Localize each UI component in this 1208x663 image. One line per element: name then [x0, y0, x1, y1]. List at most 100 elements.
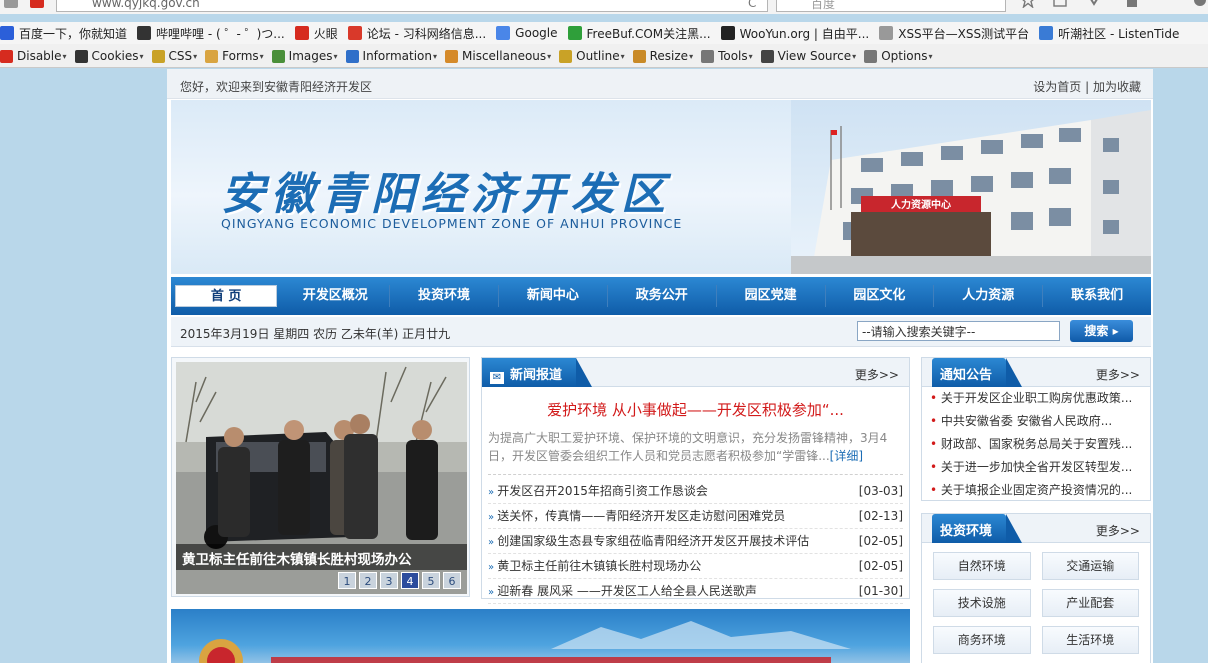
slideshow-page-button[interactable]: 2 [359, 572, 377, 589]
investment-category-button[interactable]: 交通运输 [1041, 552, 1139, 580]
investment-panel: 投资环境 更多>> 自然环境 交通运输 技术设施 产业配套 商务环境 生活环境 [921, 513, 1151, 663]
investment-category-button[interactable]: 产业配套 [1041, 589, 1139, 617]
nav-item[interactable]: 开发区概况 [281, 285, 391, 307]
devtools-menu-item[interactable]: Tools [701, 44, 753, 67]
devtools-menu-label: Disable [17, 49, 62, 63]
investment-category-button[interactable]: 自然环境 [933, 552, 1031, 580]
site-search-input[interactable] [857, 321, 1060, 341]
bookmark-item[interactable]: 哔哩哔哩 - ( ゜- ゜)つ... [137, 22, 285, 44]
investment-more-link[interactable]: 更多>> [1096, 522, 1140, 539]
bookmark-label: 火眼 [313, 26, 338, 41]
devtools-menu-item[interactable]: CSS [151, 44, 198, 67]
devtools-menu-item[interactable]: View Source [760, 44, 857, 67]
news-more-link[interactable]: 更多>> [855, 366, 899, 383]
investment-tab[interactable]: 投资环境 [932, 514, 1023, 543]
bookmark-item[interactable]: Google [496, 22, 558, 44]
browser-search-box[interactable]: 百度 [776, 0, 1006, 12]
notice-list: 关于开发区企业职工购房优惠政策...中共安徽省委 安徽省人民政府...财政部、国… [922, 387, 1150, 502]
notice-list-item[interactable]: 关于进一步加快全省开发区转型发... [930, 456, 1142, 479]
nav-item[interactable]: 人力资源 [934, 285, 1044, 307]
devtools-menu-item[interactable]: Cookies [74, 44, 144, 67]
address-text[interactable]: www.qyjkq.gov.cn [92, 0, 200, 10]
nav-item[interactable]: 投资环境 [390, 285, 499, 307]
news-headline[interactable]: 爱护环境 从小事做起——开发区积极参加“... [482, 399, 909, 420]
slideshow-page-button[interactable]: 4 [401, 572, 419, 589]
news-list: 开发区召开2015年招商引资工作恳谈会 [03-03] 送关怀，传真情——青阳经济开… [488, 474, 903, 604]
devtools-menu-item[interactable]: Forms [205, 44, 264, 67]
photo-slideshow: 黄卫标主任前往木镇镇长胜村现场办公 123456 [171, 357, 470, 597]
search-button-label: 搜索 [1084, 324, 1109, 338]
mail-icon: ✉ [490, 372, 504, 384]
bookmark-item[interactable]: 百度一下，你就知道 [0, 22, 127, 44]
bookmark-item[interactable]: FreeBuf.COM关注黑... [567, 22, 711, 44]
site-identity-icon[interactable] [30, 0, 44, 8]
devtools-menu-item[interactable]: Miscellaneous [445, 44, 551, 67]
pocket-icon[interactable] [1086, 0, 1102, 8]
set-homepage-link[interactable]: 设为首页 [1033, 80, 1081, 94]
notice-list-item[interactable]: 关于填报企业固定资产投资情况的... [930, 479, 1142, 502]
news-item-title[interactable]: 开发区召开2015年招商引资工作恳谈会 [488, 479, 708, 503]
search-button[interactable]: 搜索 ▸ [1070, 320, 1133, 342]
devtools-menu-item[interactable]: Information [345, 44, 437, 67]
menu-icon[interactable] [1192, 0, 1208, 8]
notice-list-item[interactable]: 关于开发区企业职工购房优惠政策... [930, 387, 1142, 410]
news-item-title[interactable]: 送关怀，传真情——青阳经济开发区走访慰问困难党员 [488, 504, 785, 528]
devtools-menu-item[interactable]: Options [864, 44, 932, 67]
home-icon[interactable] [1124, 0, 1140, 8]
bookmark-item[interactable]: XSS平台—XSS测试平台 [879, 22, 1029, 44]
news-list-item: 黄卫标主任前往木镇镇长胜村现场办公 [02-05] [488, 554, 903, 579]
nav-item[interactable]: 首 页 [175, 285, 278, 307]
devtools-menu-item[interactable]: Outline [559, 44, 624, 67]
notice-panel-header: 通知公告 更多>> [922, 358, 1150, 387]
news-item-title[interactable]: 迎新春 展风采 ——开发区工人给全县人民送歌声 [488, 579, 757, 603]
bookmark-item[interactable]: 听潮社区 - ListenTide [1039, 22, 1179, 44]
nav-item[interactable]: 园区党建 [717, 285, 826, 307]
slideshow-image[interactable]: 黄卫标主任前往木镇镇长胜村现场办公 123456 [176, 362, 467, 594]
news-detail-link[interactable]: [详细] [830, 449, 863, 463]
notice-more-link[interactable]: 更多>> [1096, 366, 1140, 383]
slideshow-page-button[interactable]: 5 [422, 572, 440, 589]
news-panel-header: ✉ 新闻报道 更多>> [482, 358, 909, 387]
slideshow-page-button[interactable]: 6 [443, 572, 461, 589]
slideshow-pager: 123456 [338, 572, 461, 589]
slideshow-page-button[interactable]: 1 [338, 572, 356, 589]
bookmark-item[interactable]: WooYun.org | 自由平... [720, 22, 869, 44]
slideshow-caption[interactable]: 黄卫标主任前往木镇镇长胜村现场办公 [176, 544, 467, 570]
reload-icon[interactable]: C [748, 0, 756, 10]
investment-category-button[interactable]: 生活环境 [1041, 626, 1139, 654]
devtools-menu-item[interactable]: Images [271, 44, 338, 67]
news-panel-title: 新闻报道 [510, 368, 563, 383]
news-item-title[interactable]: 创建国家级生态县专家组莅临青阳经济开发区开展技术评估 [488, 529, 809, 553]
nav-item[interactable]: 联系我们 [1043, 285, 1151, 307]
investment-category-button[interactable]: 商务环境 [933, 626, 1031, 654]
news-item-title[interactable]: 黄卫标主任前往木镇镇长胜村现场办公 [488, 554, 701, 578]
bookmarks-toolbar: 百度一下，你就知道 哔哩哔哩 - ( ゜- ゜)つ... 火眼 论坛 - 习科网络信息… [0, 22, 1208, 44]
bookmark-item[interactable]: 火眼 [294, 22, 338, 44]
reading-list-icon[interactable] [1052, 0, 1068, 8]
view-source-icon [760, 49, 774, 63]
bookmark-label: 百度一下，你就知道 [19, 26, 128, 41]
add-favorite-link[interactable]: 加为收藏 [1093, 80, 1141, 94]
slideshow-page-button[interactable]: 3 [380, 572, 398, 589]
arrow-right-icon: ▸ [1112, 324, 1119, 338]
devtools-menu-label: Miscellaneous [462, 49, 547, 63]
devtools-menu-item[interactable]: Disable [0, 44, 67, 67]
nav-item[interactable]: 政务公开 [608, 285, 717, 307]
news-list-item: 创建国家级生态县专家组莅临青阳经济开发区开展技术评估 [02-05] [488, 529, 903, 554]
investment-category-button[interactable]: 技术设施 [933, 589, 1031, 617]
bottom-banner-image[interactable] [171, 609, 910, 663]
devtools-menu-item[interactable]: Resize [632, 44, 693, 67]
notice-tab[interactable]: 通知公告 [932, 358, 1023, 387]
bookmark-item[interactable]: 论坛 - 习科网络信息... [347, 22, 486, 44]
notice-list-item[interactable]: 中共安徽省委 安徽省人民政府... [930, 410, 1142, 433]
outline-icon [559, 49, 573, 63]
web-page: 您好，欢迎来到安徽青阳经济开发区 设为首页 | 加为收藏 安徽青阳经济开发区 Q… [167, 69, 1153, 663]
nav-item[interactable]: 园区文化 [826, 285, 935, 307]
star-icon[interactable] [1020, 0, 1036, 8]
nav-item[interactable]: 新闻中心 [499, 285, 608, 307]
notice-list-item[interactable]: 财政部、国家税务总局关于安置残... [930, 433, 1142, 456]
options-icon [864, 49, 878, 63]
resize-icon [632, 49, 646, 63]
back-button[interactable] [4, 0, 18, 8]
news-tab[interactable]: ✉ 新闻报道 [482, 358, 593, 387]
